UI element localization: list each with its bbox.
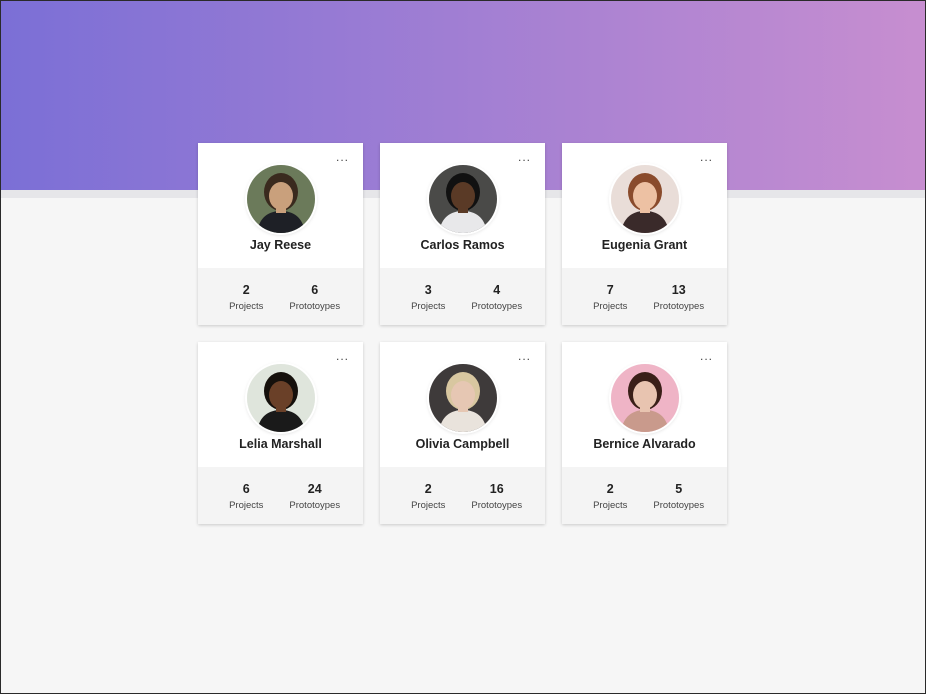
avatar (428, 165, 497, 233)
prototypes-stat: 16 Prototoypes (467, 467, 527, 524)
user-stats: 2 Projects 16 Prototoypes (380, 467, 545, 524)
more-options-icon[interactable]: ... (336, 350, 349, 362)
prototypes-stat: 6 Prototoypes (285, 268, 345, 325)
prototypes-label: Prototoypes (289, 500, 341, 511)
more-options-icon[interactable]: ... (700, 350, 713, 362)
user-name: Eugenia Grant (601, 238, 688, 252)
prototypes-label: Prototoypes (471, 301, 523, 312)
user-card-grid: ... Jay Reese 2 Projects 6 Prototoypes .… (198, 143, 727, 524)
projects-count: 2 (606, 482, 614, 496)
avatar (246, 165, 315, 233)
user-name: Bernice Alvarado (593, 437, 696, 451)
prototypes-label: Prototoypes (653, 301, 705, 312)
prototypes-stat: 5 Prototoypes (649, 467, 709, 524)
prototypes-label: Prototoypes (289, 301, 341, 312)
user-stats: 3 Projects 4 Prototoypes (380, 268, 545, 325)
user-card[interactable]: ... Bernice Alvarado 2 Projects 5 Protot… (562, 342, 727, 524)
prototypes-stat: 4 Prototoypes (467, 268, 527, 325)
projects-label: Projects (411, 301, 446, 312)
projects-label: Projects (229, 301, 264, 312)
user-stats: 2 Projects 5 Prototoypes (562, 467, 727, 524)
user-card[interactable]: ... Jay Reese 2 Projects 6 Prototoypes (198, 143, 363, 325)
avatar (246, 364, 315, 432)
projects-count: 7 (606, 283, 614, 297)
projects-count: 6 (242, 482, 250, 496)
projects-label: Projects (229, 500, 264, 511)
projects-stat: 6 Projects (216, 467, 276, 524)
prototypes-stat: 24 Prototoypes (285, 467, 345, 524)
projects-stat: 2 Projects (398, 467, 458, 524)
user-name: Olivia Campbell (415, 437, 510, 451)
user-stats: 7 Projects 13 Prototoypes (562, 268, 727, 325)
projects-count: 2 (242, 283, 250, 297)
prototypes-count: 13 (671, 283, 686, 297)
more-options-icon[interactable]: ... (700, 151, 713, 163)
prototypes-count: 6 (311, 283, 319, 297)
more-options-icon[interactable]: ... (518, 350, 531, 362)
user-name: Carlos Ramos (420, 238, 505, 252)
user-card[interactable]: ... Eugenia Grant 7 Projects 13 Prototoy… (562, 143, 727, 325)
projects-stat: 2 Projects (216, 268, 276, 325)
prototypes-count: 24 (307, 482, 322, 496)
prototypes-stat: 13 Prototoypes (649, 268, 709, 325)
user-name: Jay Reese (249, 238, 312, 252)
user-name: Lelia Marshall (239, 437, 322, 451)
projects-stat: 7 Projects (580, 268, 640, 325)
projects-label: Projects (593, 301, 628, 312)
avatar (428, 364, 497, 432)
avatar (610, 165, 679, 233)
prototypes-label: Prototoypes (653, 500, 705, 511)
user-card[interactable]: ... Carlos Ramos 3 Projects 4 Prototoype… (380, 143, 545, 325)
avatar (610, 364, 679, 432)
prototypes-count: 5 (675, 482, 683, 496)
projects-count: 2 (424, 482, 432, 496)
prototypes-count: 16 (489, 482, 504, 496)
more-options-icon[interactable]: ... (336, 151, 349, 163)
projects-label: Projects (593, 500, 628, 511)
projects-stat: 2 Projects (580, 467, 640, 524)
projects-count: 3 (424, 283, 432, 297)
user-card[interactable]: ... Olivia Campbell 2 Projects 16 Protot… (380, 342, 545, 524)
projects-label: Projects (411, 500, 446, 511)
user-stats: 6 Projects 24 Prototoypes (198, 467, 363, 524)
prototypes-label: Prototoypes (471, 500, 523, 511)
projects-stat: 3 Projects (398, 268, 458, 325)
user-stats: 2 Projects 6 Prototoypes (198, 268, 363, 325)
user-card[interactable]: ... Lelia Marshall 6 Projects 24 Prototo… (198, 342, 363, 524)
prototypes-count: 4 (493, 283, 501, 297)
more-options-icon[interactable]: ... (518, 151, 531, 163)
